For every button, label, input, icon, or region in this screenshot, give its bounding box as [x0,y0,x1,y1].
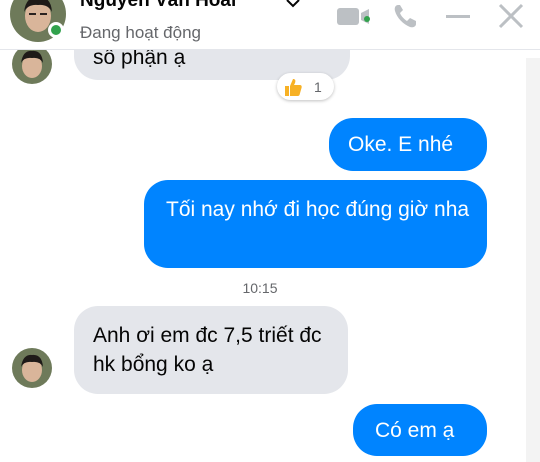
message-timestamp: 10:15 [242,280,278,296]
close-icon[interactable] [497,2,525,30]
minimize-icon[interactable] [444,2,472,30]
chevron-down-icon[interactable] [286,0,300,8]
message-outgoing[interactable]: Có em ạ [353,404,487,456]
message-incoming[interactable]: Anh ơi em đc 7,5 triết đc hk bổng ko ạ [74,306,348,394]
reaction-badge[interactable]: 1 [277,73,334,100]
chat-header: Nguyễn Văn Hoài Đang hoạt động [0,0,540,50]
scrollbar-thumb[interactable] [529,58,537,462]
message-outgoing[interactable]: Oke. E nhé [329,118,487,171]
contact-name[interactable]: Nguyễn Văn Hoài [80,0,236,12]
phone-icon[interactable] [391,2,421,30]
thumbs-up-icon [285,78,302,96]
online-status-dot [48,22,64,38]
contact-status: Đang hoạt động [80,23,201,42]
scrollbar[interactable] [526,58,540,462]
contact-avatar-small[interactable] [12,348,52,388]
reaction-count: 1 [314,78,322,95]
message-outgoing[interactable]: Tối nay nhớ đi học đúng giờ nha [144,180,487,268]
video-call-icon[interactable] [335,2,373,30]
contact-avatar-small[interactable] [12,44,52,84]
